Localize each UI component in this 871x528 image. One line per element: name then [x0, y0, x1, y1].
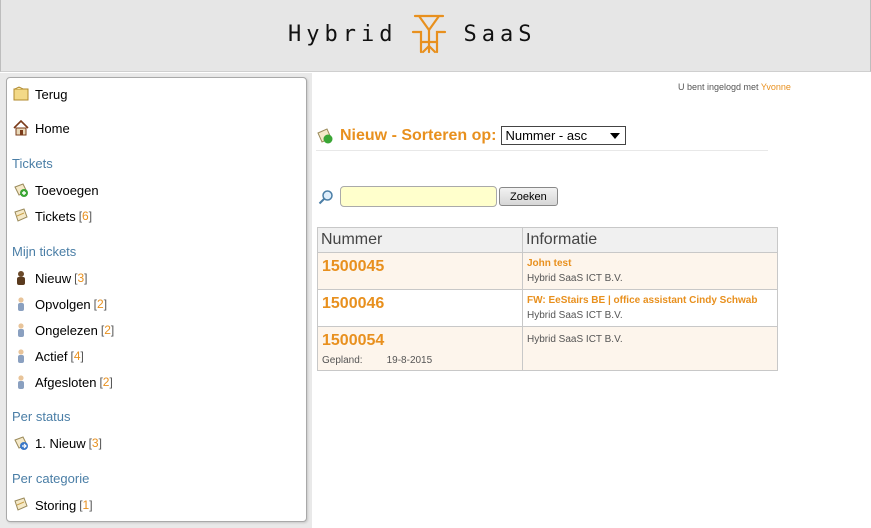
count-badge: [1]: [79, 498, 93, 512]
status-ticket-icon: [14, 436, 28, 450]
ticket-subject[interactable]: FW: EeStairs BE | office assistant Cindy…: [527, 295, 773, 306]
count-badge: [2]: [99, 375, 113, 389]
count-badge: [3]: [88, 436, 102, 450]
table-row[interactable]: 1500046 FW: EeStairs BE | office assista…: [317, 289, 778, 327]
planned-label: Gepland:: [322, 355, 363, 366]
sidebar-item-label: Actief: [35, 348, 68, 364]
sidebar-item-active[interactable]: Actief [4]: [13, 348, 84, 364]
login-info: U bent ingelogd met Yvonne: [678, 82, 791, 92]
section-per-category: Per categorie: [12, 471, 90, 486]
sidebar-item-status-new[interactable]: 1. Nieuw [3]: [13, 435, 102, 451]
sidebar-item-label: Tickets: [35, 208, 76, 224]
sidebar-item-follow-up[interactable]: Opvolgen [2]: [13, 296, 107, 312]
search-bar: Zoeken: [318, 186, 558, 207]
page-title: Nieuw - Sorteren op:: [340, 126, 497, 144]
logo-mark-icon: [412, 14, 447, 54]
search-input[interactable]: [340, 186, 497, 207]
ticket-subject[interactable]: John test: [527, 258, 773, 269]
sidebar-item-add[interactable]: Toevoegen: [13, 182, 99, 198]
column-header-info: Informatie: [522, 227, 778, 253]
login-prefix: U bent ingelogd met: [678, 82, 759, 92]
sidebar-item-label: Opvolgen: [35, 296, 91, 312]
table-row[interactable]: 1500045 John test Hybrid SaaS ICT B.V.: [317, 252, 778, 290]
ticket-number-cell: 1500045: [317, 252, 523, 290]
person-icon: [18, 323, 24, 337]
table-header-row: Nummer Informatie: [317, 227, 778, 253]
ticket-number[interactable]: 1500045: [322, 258, 518, 276]
sidebar-item-closed[interactable]: Afgesloten [2]: [13, 374, 113, 390]
sidebar-item-label: Storing: [35, 497, 77, 513]
sidebar-item-label: Afgesloten: [35, 374, 97, 390]
page-title-row: Nieuw - Sorteren op: Nummer - asc: [316, 126, 627, 145]
ticket-number[interactable]: 1500046: [322, 295, 518, 313]
sidebar-item-label: Ongelezen: [35, 322, 98, 338]
section-my-tickets: Mijn tickets: [12, 244, 77, 259]
person-icon: [18, 375, 24, 389]
sidebar-item-label: Nieuw: [35, 270, 72, 286]
sidebar-item-label: 1. Nieuw: [35, 435, 86, 451]
sidebar-item-new[interactable]: Nieuw [3]: [13, 270, 88, 286]
count-badge: [2]: [93, 297, 108, 311]
person-icon: [18, 349, 24, 363]
ticket-company: Hybrid SaaS ICT B.V.: [527, 273, 623, 284]
home-icon: [13, 120, 29, 136]
section-per-status: Per status: [12, 409, 71, 424]
sidebar: Terug Home Tickets Toevoegen Tickets [6]…: [6, 77, 307, 522]
logo-text-right: SaaS: [463, 21, 537, 47]
person-icon: [18, 297, 24, 311]
ticket-number[interactable]: 1500054: [322, 332, 518, 350]
planned-date: 19-8-2015: [386, 355, 433, 366]
category-ticket-icon: [14, 497, 28, 511]
ticket-info-cell: John test Hybrid SaaS ICT B.V.: [522, 252, 778, 290]
count-badge: [4]: [70, 349, 84, 363]
back-folder-icon: [13, 86, 29, 101]
count-badge: [6]: [78, 209, 93, 223]
hybrid-saas-logo[interactable]: Hybrid SaaS: [288, 12, 536, 56]
add-ticket-icon: [14, 183, 28, 197]
count-badge: [2]: [100, 323, 115, 337]
sidebar-item-label: Terug: [35, 86, 68, 102]
table-row[interactable]: 1500054 Gepland: 19-8-2015 Hybrid SaaS I…: [317, 326, 778, 371]
search-icon: [318, 189, 333, 204]
sort-selected-value: Nummer - asc: [505, 128, 588, 143]
chevron-down-icon: [610, 132, 621, 139]
person-dark-icon: [17, 271, 25, 285]
logo-text-left: Hybrid: [288, 21, 398, 47]
ticket-company: Hybrid SaaS ICT B.V.: [527, 334, 623, 345]
ticket-company: Hybrid SaaS ICT B.V.: [527, 310, 623, 321]
sort-select[interactable]: Nummer - asc: [501, 126, 627, 145]
column-header-number: Nummer: [317, 227, 523, 253]
sidebar-item-cat-storing[interactable]: Storing [1]: [13, 497, 93, 513]
ticket-info-cell: FW: EeStairs BE | office assistant Cindy…: [522, 289, 778, 327]
sidebar-item-tickets[interactable]: Tickets [6]: [13, 208, 92, 224]
tickets-table: Nummer Informatie 1500045 John test Hybr…: [317, 227, 778, 371]
count-badge: [3]: [74, 271, 88, 285]
planned-info: Gepland: 19-8-2015: [322, 355, 518, 366]
sidebar-item-unread[interactable]: Ongelezen [2]: [13, 322, 114, 338]
app-header: Hybrid SaaS: [0, 0, 871, 72]
sidebar-item-home[interactable]: Home: [13, 120, 70, 136]
sidebar-item-back[interactable]: Terug: [13, 86, 68, 102]
search-button[interactable]: Zoeken: [499, 187, 558, 206]
section-tickets: Tickets: [12, 156, 53, 171]
login-user[interactable]: Yvonne: [761, 82, 791, 92]
tickets-icon: [14, 208, 28, 222]
ticket-title-icon: [317, 127, 333, 143]
ticket-info-cell: Hybrid SaaS ICT B.V.: [522, 326, 778, 371]
ticket-number-cell: 1500046: [317, 289, 523, 327]
sidebar-item-label: Home: [35, 120, 70, 136]
title-divider: [316, 150, 768, 151]
ticket-number-cell: 1500054 Gepland: 19-8-2015: [317, 326, 523, 371]
sidebar-item-label: Toevoegen: [35, 182, 99, 198]
